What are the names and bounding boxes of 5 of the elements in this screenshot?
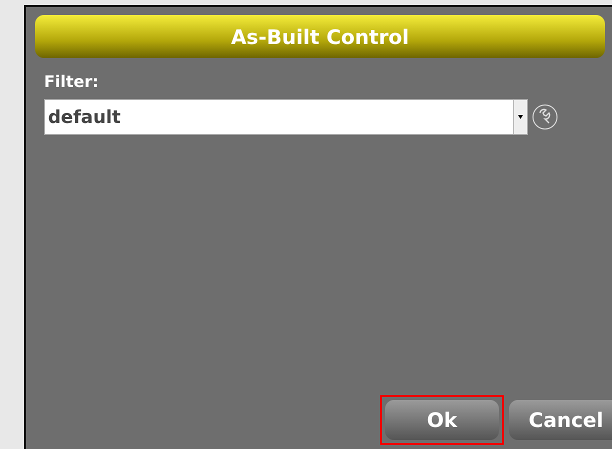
dialog-button[interactable]: Cancel (509, 400, 612, 440)
dialog-title: As-Built Control (35, 15, 605, 58)
filter-dropdown[interactable]: default (44, 99, 528, 135)
filter-label: Filter: (44, 72, 100, 91)
dialog-button[interactable]: Ok (385, 400, 499, 440)
